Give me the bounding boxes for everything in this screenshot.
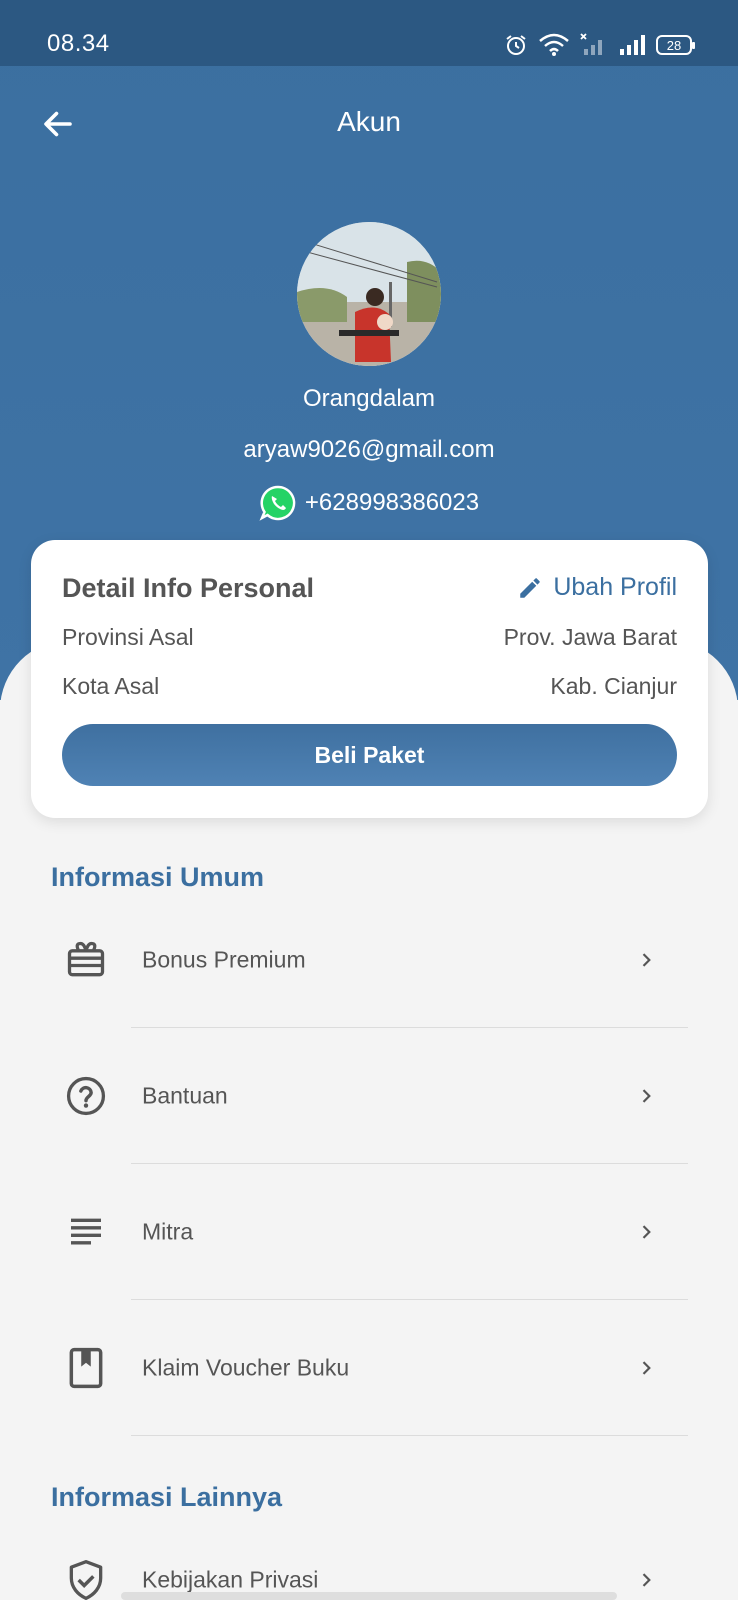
section-title-other: Informasi Lainnya — [51, 1482, 283, 1512]
page-title: Akun — [337, 106, 401, 137]
chevron-right-icon — [634, 1084, 658, 1108]
phone-number: +628998386023 — [304, 489, 480, 516]
menu-label: Kebijakan Privasi — [142, 1566, 319, 1593]
menu-item-klaim-voucher-buku[interactable]: Klaim Voucher Buku — [0, 1300, 738, 1436]
menu-label: Bonus Premium — [142, 946, 306, 973]
province-value: Prov. Jawa Barat — [503, 624, 677, 650]
city-label: Kota Asal — [62, 673, 160, 699]
menu-label: Mitra — [142, 1218, 194, 1245]
province-label: Provinsi Asal — [62, 624, 194, 650]
shield-check-icon — [64, 1558, 108, 1600]
card-title: Detail Info Personal — [62, 573, 315, 603]
book-icon — [64, 1346, 108, 1390]
edit-profile-label: Ubah Profil — [553, 573, 677, 601]
chevron-right-icon — [634, 948, 658, 972]
buy-package-button[interactable]: Beli Paket — [62, 724, 677, 786]
edit-profile-button[interactable]: Ubah Profil — [517, 573, 677, 602]
status-icons: 28 — [504, 30, 695, 60]
pencil-icon — [520, 577, 541, 598]
chevron-right-icon — [634, 1220, 658, 1244]
profile-phone: +628998386023 — [0, 484, 738, 522]
signal-off-icon — [580, 33, 602, 55]
profile-email: aryaw9026@gmail.com — [243, 436, 495, 463]
signal-icon — [620, 35, 645, 55]
chevron-right-icon — [634, 1356, 658, 1380]
avatar-photo — [297, 222, 441, 366]
menu-label: Klaim Voucher Buku — [142, 1354, 350, 1381]
chevron-right-icon — [634, 1568, 658, 1592]
avatar[interactable] — [297, 222, 441, 366]
section-title-general: Informasi Umum — [51, 862, 265, 892]
personal-info-card: Detail Info Personal Ubah Profil Provins… — [31, 540, 708, 818]
divider — [131, 1435, 688, 1436]
battery-icon: 28 — [656, 35, 695, 55]
status-bar: 08.34 28 — [0, 0, 738, 66]
whatsapp-icon — [259, 485, 296, 521]
menu-item-bonus-premium[interactable]: Bonus Premium — [0, 892, 738, 1028]
gift-card-icon — [64, 938, 108, 982]
wifi-icon — [539, 33, 569, 56]
status-time: 08.34 — [47, 30, 110, 57]
menu-item-bantuan[interactable]: Bantuan — [0, 1028, 738, 1164]
navigation-handle — [121, 1592, 617, 1600]
menu-item-kebijakan-privasi[interactable]: Kebijakan Privasi — [0, 1512, 738, 1600]
menu-label: Bantuan — [142, 1082, 228, 1109]
menu-item-mitra[interactable]: Mitra — [0, 1164, 738, 1300]
city-value: Kab. Cianjur — [550, 673, 677, 699]
app-bar: Akun — [0, 66, 738, 182]
profile-name: Orangdalam — [302, 385, 436, 412]
lines-icon — [64, 1210, 108, 1254]
help-circle-icon — [64, 1074, 108, 1118]
alarm-icon — [506, 35, 526, 55]
